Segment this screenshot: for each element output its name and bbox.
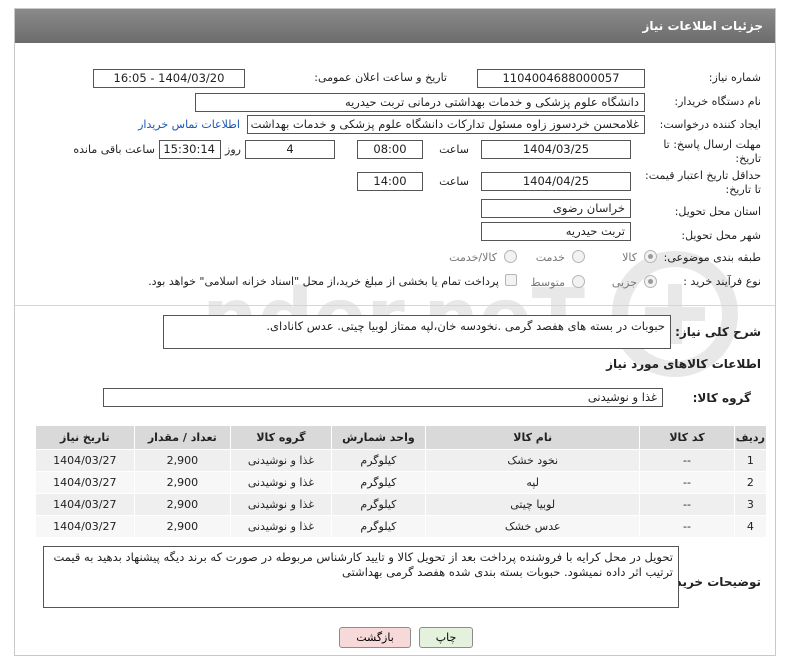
print-button[interactable]: چاپ xyxy=(419,627,473,648)
validity-time-label: ساعت xyxy=(439,175,469,188)
table-row: 3 -- لوبیا چیتی کیلوگرم غذا و نوشیدنی 2,… xyxy=(35,493,768,516)
table-row: 2 -- لپه کیلوگرم غذا و نوشیدنی 2,900 140… xyxy=(35,471,768,494)
category-service-radio[interactable] xyxy=(572,250,585,263)
cell-row: 2 xyxy=(733,471,768,494)
cell-qty: 2,900 xyxy=(133,493,232,516)
validity-date-field: 1404/04/25 xyxy=(481,172,631,191)
table-header-row: ردیف کد کالا نام کالا واحد شمارش گروه کا… xyxy=(35,425,768,450)
col-code-header: کد کالا xyxy=(639,425,735,450)
deadline-label: مهلت ارسال پاسخ: تا تاریخ: xyxy=(663,138,761,165)
cell-unit: کیلوگرم xyxy=(330,493,427,516)
col-group-header: گروه کالا xyxy=(230,425,332,450)
col-qty-header: تعداد / مقدار xyxy=(133,425,232,450)
process-label: نوع فرآیند خرید : xyxy=(683,275,761,288)
cell-date: 1404/03/27 xyxy=(35,493,135,516)
buyer-org-field: دانشگاه علوم پزشکی و خدمات بهداشتی درمان… xyxy=(195,93,645,112)
process-partial-label: جزیی xyxy=(611,276,637,289)
buyer-notes-textarea[interactable]: تحویل در محل کرایه با فروشنده پرداخت بعد… xyxy=(43,546,679,608)
items-section-title: اطلاعات کالاهای مورد نیاز xyxy=(606,357,761,371)
cell-group: غذا و نوشیدنی xyxy=(230,515,332,538)
remaining-label: ساعت باقی مانده xyxy=(73,143,155,156)
cell-group: غذا و نوشیدنی xyxy=(230,449,332,472)
requester-field: غلامحسن خردسوز زاوه مسئول تدارکات دانشگا… xyxy=(247,115,645,134)
cell-code: -- xyxy=(639,515,735,538)
days-field: 4 xyxy=(245,140,335,159)
cell-row: 1 xyxy=(733,449,768,472)
city-label: شهر محل تحویل: xyxy=(681,229,761,242)
group-field: غذا و نوشیدنی xyxy=(103,388,663,407)
announce-label: تاریخ و ساعت اعلان عمومی: xyxy=(314,71,447,84)
process-medium-radio[interactable] xyxy=(572,275,585,288)
cell-unit: کیلوگرم xyxy=(330,471,427,494)
cell-group: غذا و نوشیدنی xyxy=(230,471,332,494)
need-number-field: 1104004688000057 xyxy=(477,69,645,88)
category-label: طبقه بندی موضوعی: xyxy=(663,251,761,264)
treasury-checkbox[interactable] xyxy=(505,274,517,286)
cell-code: -- xyxy=(639,449,735,472)
process-medium-label: متوسط xyxy=(530,276,565,289)
need-details-panel: جزئیات اطلاعات نیاز AriaTender.neT شماره… xyxy=(14,8,776,656)
category-service-label: خدمت xyxy=(535,251,565,264)
cell-row: 3 xyxy=(733,493,768,516)
announce-field: 1404/03/20 - 16:05 xyxy=(93,69,245,88)
category-goods-service-radio[interactable] xyxy=(504,250,517,263)
process-partial-radio[interactable] xyxy=(644,275,657,288)
cell-row: 4 xyxy=(733,515,768,538)
table-row: 4 -- عدس خشک کیلوگرم غذا و نوشیدنی 2,900… xyxy=(35,515,768,538)
cell-date: 1404/03/27 xyxy=(35,471,135,494)
cell-unit: کیلوگرم xyxy=(330,449,427,472)
remaining-time-field: 15:30:14 xyxy=(159,140,221,159)
cell-qty: 2,900 xyxy=(133,471,232,494)
cell-qty: 2,900 xyxy=(133,449,232,472)
panel-header: جزئیات اطلاعات نیاز xyxy=(15,9,775,43)
group-label: گروه کالا: xyxy=(692,391,751,405)
province-field: خراسان رضوی xyxy=(481,199,631,218)
treasury-note: پرداخت تمام یا بخشی از مبلغ خرید،از محل … xyxy=(148,275,499,288)
buyer-org-label: نام دستگاه خریدار: xyxy=(674,95,761,108)
cell-name: لپه xyxy=(425,471,641,494)
buyer-contact-link[interactable]: اطلاعات تماس خریدار xyxy=(138,118,240,131)
divider xyxy=(15,305,775,306)
description-textarea[interactable]: حبوبات در بسته های هفصد گرمی .نخودسه خان… xyxy=(163,315,671,349)
cell-qty: 2,900 xyxy=(133,515,232,538)
table-row: 1 -- نخود خشک کیلوگرم غذا و نوشیدنی 2,90… xyxy=(35,449,768,472)
col-unit-header: واحد شمارش xyxy=(330,425,427,450)
need-number-label: شماره نیاز: xyxy=(708,71,761,84)
category-goods-service-label: کالا/خدمت xyxy=(449,251,497,264)
cell-name: نخود خشک xyxy=(425,449,641,472)
cell-code: -- xyxy=(639,493,735,516)
cell-date: 1404/03/27 xyxy=(35,449,135,472)
validity-time-field: 14:00 xyxy=(357,172,423,191)
category-goods-label: کالا xyxy=(622,251,637,264)
category-goods-radio[interactable] xyxy=(644,250,657,263)
cell-name: عدس خشک xyxy=(425,515,641,538)
back-button[interactable]: بازگشت xyxy=(339,627,411,648)
col-row-header: ردیف xyxy=(733,425,768,450)
requester-label: ایجاد کننده درخواست: xyxy=(659,118,761,131)
cell-unit: کیلوگرم xyxy=(330,515,427,538)
deadline-time-label: ساعت xyxy=(439,143,469,156)
items-table: ردیف کد کالا نام کالا واحد شمارش گروه کا… xyxy=(35,425,768,538)
province-label: استان محل تحویل: xyxy=(674,205,761,218)
cell-group: غذا و نوشیدنی xyxy=(230,493,332,516)
cell-date: 1404/03/27 xyxy=(35,515,135,538)
deadline-time-field: 08:00 xyxy=(357,140,423,159)
col-name-header: نام کالا xyxy=(425,425,641,450)
cell-code: -- xyxy=(639,471,735,494)
city-field: تربت حیدریه xyxy=(481,222,631,241)
col-date-header: تاریخ نیاز xyxy=(35,425,135,450)
deadline-date-field: 1404/03/25 xyxy=(481,140,631,159)
cell-name: لوبیا چیتی xyxy=(425,493,641,516)
description-label: شرح کلی نیاز: xyxy=(675,325,761,339)
validity-label: حداقل تاریخ اعتبار قیمت: تا تاریخ: xyxy=(645,169,761,196)
